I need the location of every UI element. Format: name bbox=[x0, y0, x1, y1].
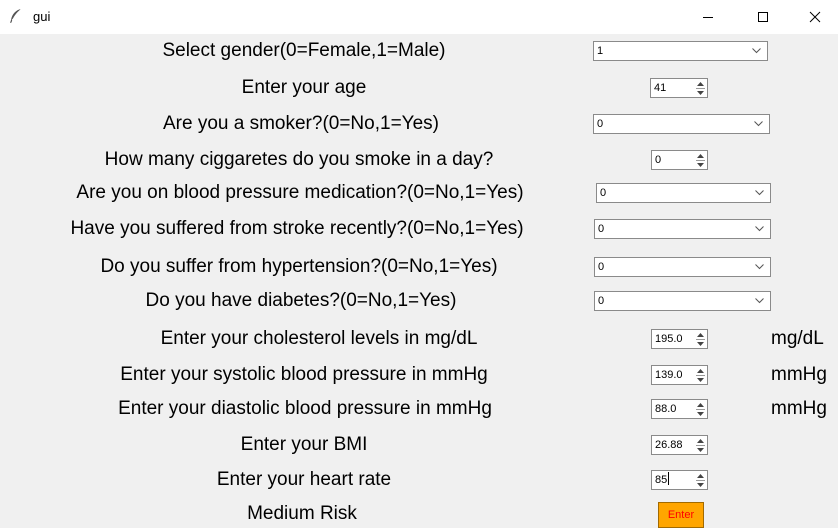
spin-arrows-icon[interactable] bbox=[696, 368, 705, 383]
heart-rate-field[interactable]: 85 bbox=[655, 471, 670, 489]
bmi-spinbox[interactable]: 26.88 bbox=[651, 435, 708, 455]
diastolic-value: 88.0 bbox=[655, 403, 677, 415]
risk-result-label: Medium Risk bbox=[247, 503, 357, 524]
systolic-row: Enter your systolic blood pressure in mm… bbox=[0, 360, 838, 390]
cholesterol-unit: mg/dL bbox=[771, 328, 824, 349]
heart-rate-spinbox[interactable]: 85 bbox=[651, 470, 708, 490]
diastolic-label: Enter your diastolic blood pressure in m… bbox=[118, 398, 492, 419]
cholesterol-label: Enter your cholesterol levels in mg/dL bbox=[160, 328, 478, 349]
gender-row: Select gender(0=Female,1=Male) 1 bbox=[0, 36, 838, 66]
window-title: gui bbox=[33, 9, 51, 24]
gender-label: Select gender(0=Female,1=Male) bbox=[162, 40, 446, 61]
cigs-per-day-label: How many ciggaretes do you smoke in a da… bbox=[104, 149, 494, 170]
feather-icon bbox=[8, 8, 24, 24]
form-area: Select gender(0=Female,1=Male) 1 Enter y… bbox=[0, 34, 838, 528]
smoker-combobox[interactable]: 0 bbox=[593, 114, 770, 134]
bp-meds-label: Are you on blood pressure medication?(0=… bbox=[76, 182, 524, 203]
spin-arrows-icon[interactable] bbox=[696, 473, 705, 488]
smoker-row: Are you a smoker?(0=No,1=Yes) 0 bbox=[0, 109, 838, 139]
bmi-value: 26.88 bbox=[655, 439, 683, 451]
minimize-button[interactable] bbox=[685, 0, 731, 34]
chevron-down-icon[interactable] bbox=[755, 190, 764, 196]
stroke-row: Have you suffered from stroke recently?(… bbox=[0, 214, 838, 244]
close-button[interactable] bbox=[792, 0, 838, 34]
diabetes-row: Do you have diabetes?(0=No,1=Yes) 0 bbox=[0, 286, 838, 316]
systolic-label: Enter your systolic blood pressure in mm… bbox=[120, 364, 488, 385]
diastolic-spinbox[interactable]: 88.0 bbox=[651, 399, 708, 419]
diabetes-combobox[interactable]: 0 bbox=[594, 291, 771, 311]
gender-combobox[interactable]: 1 bbox=[593, 41, 768, 61]
close-icon bbox=[809, 11, 821, 23]
heart-rate-label: Enter your heart rate bbox=[216, 469, 392, 490]
cholesterol-spinbox[interactable]: 195.0 bbox=[651, 329, 708, 349]
hypertension-label: Do you suffer from hypertension?(0=No,1=… bbox=[100, 256, 498, 277]
cigs-per-day-row: How many ciggaretes do you smoke in a da… bbox=[0, 145, 838, 175]
diabetes-label: Do you have diabetes?(0=No,1=Yes) bbox=[145, 290, 457, 311]
result-row: Medium Risk Enter bbox=[0, 499, 838, 529]
cigs-per-day-spinbox[interactable]: 0 bbox=[651, 150, 708, 170]
enter-button[interactable]: Enter bbox=[658, 502, 704, 528]
maximize-button[interactable] bbox=[740, 0, 786, 34]
spin-arrows-icon[interactable] bbox=[696, 153, 705, 168]
age-value: 41 bbox=[654, 82, 667, 94]
gender-value: 1 bbox=[597, 45, 604, 57]
hypertension-combobox[interactable]: 0 bbox=[594, 257, 771, 277]
stroke-label: Have you suffered from stroke recently?(… bbox=[70, 218, 524, 239]
hypertension-value: 0 bbox=[598, 261, 605, 273]
chevron-down-icon[interactable] bbox=[752, 48, 761, 54]
diastolic-row: Enter your diastolic blood pressure in m… bbox=[0, 394, 838, 424]
smoker-label: Are you a smoker?(0=No,1=Yes) bbox=[162, 113, 439, 134]
minimize-icon bbox=[703, 17, 713, 18]
diabetes-value: 0 bbox=[598, 295, 605, 307]
spin-arrows-icon[interactable] bbox=[696, 438, 705, 453]
chevron-down-icon[interactable] bbox=[754, 121, 763, 127]
systolic-spinbox[interactable]: 139.0 bbox=[651, 365, 708, 385]
heart-rate-value: 85 bbox=[655, 474, 668, 486]
bp-meds-combobox[interactable]: 0 bbox=[596, 183, 771, 203]
bmi-row: Enter your BMI 26.88 bbox=[0, 430, 838, 460]
cigs-per-day-value: 0 bbox=[655, 154, 662, 166]
systolic-value: 139.0 bbox=[655, 369, 683, 381]
smoker-value: 0 bbox=[597, 118, 604, 130]
bp-meds-row: Are you on blood pressure medication?(0=… bbox=[0, 178, 838, 208]
spin-arrows-icon[interactable] bbox=[696, 81, 705, 96]
maximize-icon bbox=[758, 12, 768, 22]
heart-rate-row: Enter your heart rate 85 bbox=[0, 465, 838, 495]
cholesterol-value: 195.0 bbox=[655, 333, 683, 345]
spin-arrows-icon[interactable] bbox=[696, 402, 705, 417]
chevron-down-icon[interactable] bbox=[755, 226, 764, 232]
age-label: Enter your age bbox=[241, 77, 367, 98]
stroke-value: 0 bbox=[598, 223, 605, 235]
bp-meds-value: 0 bbox=[600, 187, 607, 199]
chevron-down-icon[interactable] bbox=[755, 298, 764, 304]
text-cursor bbox=[668, 472, 670, 485]
bmi-label: Enter your BMI bbox=[240, 434, 368, 455]
age-spinbox[interactable]: 41 bbox=[650, 78, 708, 98]
cholesterol-row: Enter your cholesterol levels in mg/dL 1… bbox=[0, 324, 838, 354]
spin-arrows-icon[interactable] bbox=[696, 332, 705, 347]
chevron-down-icon[interactable] bbox=[755, 264, 764, 270]
title-bar: gui bbox=[0, 0, 838, 34]
diastolic-unit: mmHg bbox=[771, 398, 827, 419]
hypertension-row: Do you suffer from hypertension?(0=No,1=… bbox=[0, 252, 838, 282]
stroke-combobox[interactable]: 0 bbox=[594, 219, 771, 239]
age-row: Enter your age 41 bbox=[0, 73, 838, 103]
systolic-unit: mmHg bbox=[771, 364, 827, 385]
